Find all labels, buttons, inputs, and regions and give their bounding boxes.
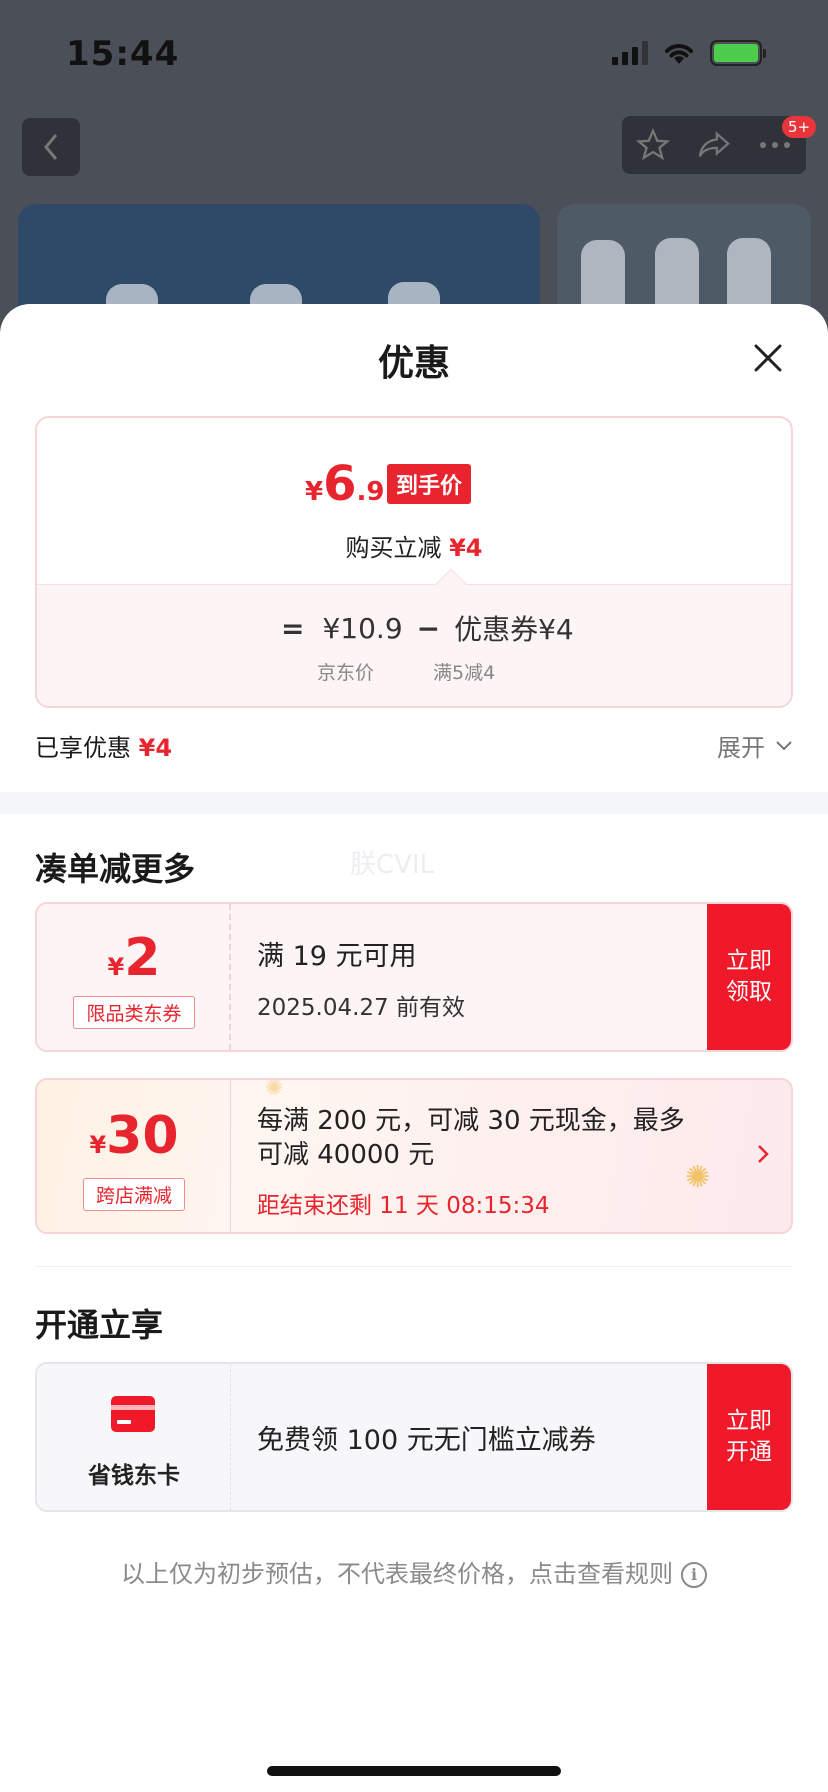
open-membership-button[interactable]: 立即 开通 <box>707 1364 791 1510</box>
action-bar <box>622 116 806 174</box>
coupon-card: ¥2 限品类东券 满 19 元可用 2025.04.27 前有效 立即 领取 <box>35 902 793 1052</box>
discount-rule-line1: 每满 200 元，可减 30 元现金，最多 <box>257 1106 685 1136</box>
sheet-title: 优惠 <box>377 343 450 384</box>
expand-button[interactable]: 展开 <box>717 728 793 763</box>
discount-type-tag: 跨店满减 <box>83 1178 185 1211</box>
section-title-open: 开通立享 <box>35 1306 164 1344</box>
section-title-more: 凑单减更多 <box>35 850 196 888</box>
final-price: ¥6.9 <box>305 456 385 512</box>
chevron-right-icon <box>758 1145 769 1163</box>
membership-card: 省钱东卡 免费领 100 元无门槛立减券 立即 开通 <box>35 1362 793 1512</box>
star-icon[interactable] <box>635 128 670 162</box>
firework-decoration-icon: ✺ <box>685 1160 711 1195</box>
background-app: 15:44 5+ <box>0 0 828 364</box>
close-icon[interactable] <box>750 340 786 376</box>
info-icon: i <box>681 1562 707 1588</box>
base-price-label: 京东价 <box>317 662 375 684</box>
home-indicator <box>267 1766 561 1776</box>
chevron-left-icon <box>44 134 58 160</box>
status-icons <box>612 40 766 66</box>
card-name: 省钱东卡 <box>88 1463 180 1489</box>
chevron-down-icon <box>776 740 792 750</box>
coupon-expiry: 2025.04.27 前有效 <box>257 995 465 1021</box>
price-formula: = ¥10.9 − 优惠券¥4 <box>281 608 574 648</box>
base-price: ¥10.9 <box>322 611 403 645</box>
cellular-signal-icon <box>612 41 648 65</box>
coupon-rule-label: 满5减4 <box>433 662 496 684</box>
card-icon <box>111 1396 155 1432</box>
enjoyed-discount-row: 已享优惠 ¥4 展开 <box>35 728 793 763</box>
watermark: 朕CVIL <box>350 850 435 880</box>
coupon-type-tag: 限品类东券 <box>73 996 195 1029</box>
battery-icon <box>710 40 766 66</box>
more-icon[interactable] <box>758 140 792 150</box>
back-button[interactable] <box>22 118 80 176</box>
discount-rule-line2: 可减 40000 元 <box>257 1140 435 1170</box>
final-price-tag: 到手价 <box>387 464 472 504</box>
cross-store-discount-card[interactable]: ¥30 跨店满减 每满 200 元，可减 30 元现金，最多 可减 40000 … <box>35 1078 793 1234</box>
discount-amount: ¥30 <box>89 1106 179 1166</box>
instant-discount-line: 购买立减 ¥4 <box>345 534 483 562</box>
rules-link[interactable]: 以上仅为初步预估，不代表最终价格，点击查看规则 i <box>0 1554 828 1589</box>
claim-coupon-button[interactable]: 立即 领取 <box>707 904 791 1050</box>
card-benefit-desc: 免费领 100 元无门槛立减券 <box>257 1425 596 1456</box>
notification-badge: 5+ <box>782 116 817 138</box>
countdown-timer: 距结束还剩 11 天 08:15:34 <box>257 1193 550 1219</box>
discount-sheet: 优惠 ¥6.9 到手价 购买立减 ¥4 = ¥10.9 − 优惠券¥4 京东价 … <box>0 304 828 1792</box>
price-breakdown-card: ¥6.9 到手价 购买立减 ¥4 = ¥10.9 − 优惠券¥4 京东价 满5减… <box>35 416 793 708</box>
coupon-amount: ¥2 <box>107 928 161 988</box>
status-time: 15:44 <box>66 34 180 74</box>
share-icon[interactable] <box>697 128 731 162</box>
coupon-deduction: 优惠券¥4 <box>454 613 574 646</box>
coupon-condition: 满 19 元可用 <box>257 941 417 972</box>
wifi-icon <box>665 44 693 64</box>
status-bar: 15:44 <box>0 0 828 100</box>
sparkle-decoration-icon: ✺ <box>265 1078 284 1101</box>
